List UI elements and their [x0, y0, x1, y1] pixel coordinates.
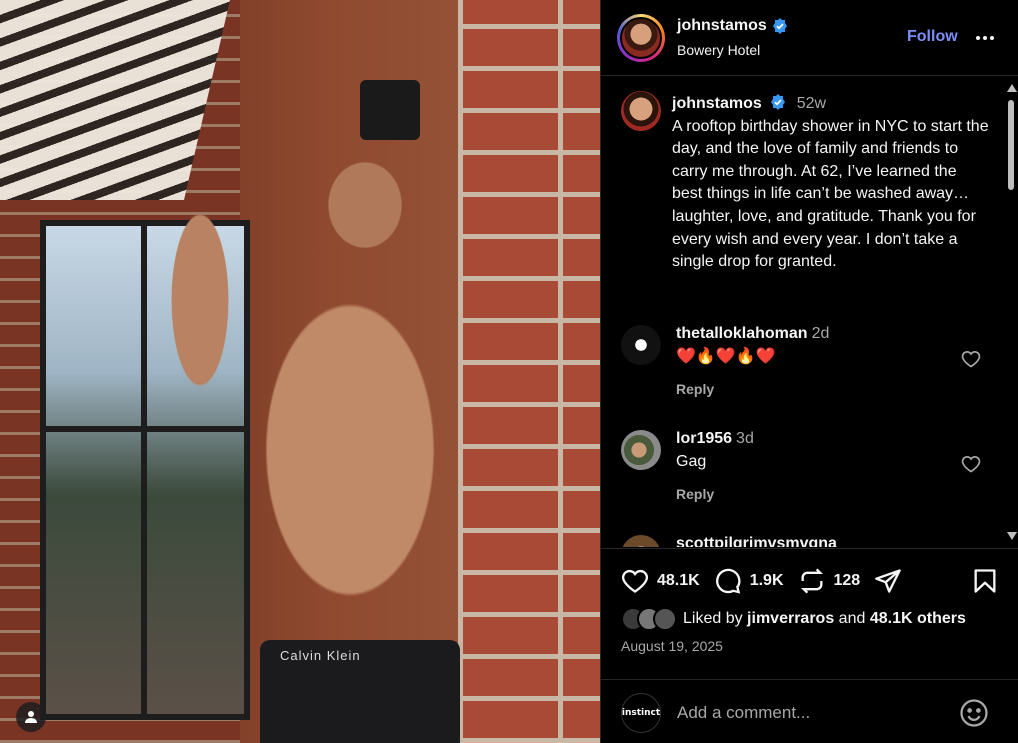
photo-brick-wall — [458, 0, 600, 743]
post-location[interactable]: Bowery Hotel — [677, 42, 760, 58]
comment-avatar[interactable] — [621, 430, 661, 470]
liked-by-avatars[interactable] — [621, 607, 679, 631]
comments-scrollbar[interactable] — [1005, 80, 1017, 544]
photo-shower-head — [360, 80, 420, 140]
current-user-avatar: instinct — [621, 693, 661, 733]
comment-username[interactable]: scottpilgrimvsmvgna — [676, 535, 837, 547]
post-side-panel: johnstamos Bowery Hotel Follow johnstamo… — [600, 0, 1018, 743]
comments-list[interactable]: johnstamos 52w A rooftop birthday shower… — [601, 77, 1018, 547]
action-bar: 48.1K 1.9K 128 — [621, 567, 916, 595]
comment-username[interactable]: lor1956 — [676, 430, 732, 447]
liked-by-row: Liked by jimverraros and 48.1K others — [621, 607, 966, 631]
like-count[interactable]: 48.1K — [657, 572, 700, 590]
share-button[interactable] — [874, 567, 902, 595]
comment-time: 3d — [736, 430, 754, 447]
scroll-thumb[interactable] — [1008, 100, 1014, 190]
heart-icon[interactable] — [621, 567, 649, 595]
repost-icon[interactable] — [798, 567, 826, 595]
scroll-up-arrow[interactable] — [1007, 84, 1017, 92]
save-icon[interactable] — [971, 567, 999, 595]
heart-icon[interactable] — [961, 454, 981, 474]
comment-button[interactable]: 1.9K — [714, 567, 784, 595]
caption-text: A rooftop birthday shower in NYC to star… — [672, 117, 989, 271]
like-button[interactable]: 48.1K — [621, 567, 700, 595]
comment-text: ❤️🔥❤️🔥❤️ — [676, 348, 776, 365]
reply-button[interactable]: Reply — [676, 381, 946, 397]
comment-avatar[interactable] — [621, 325, 661, 365]
comment-icon[interactable] — [714, 567, 742, 595]
heart-icon[interactable] — [961, 349, 981, 369]
liked-by-conj: and — [838, 610, 866, 627]
post-header: johnstamos Bowery Hotel Follow — [601, 0, 1018, 76]
liked-by-prefix: Liked by — [683, 610, 743, 627]
comment-time: 2d — [811, 325, 830, 342]
verified-badge-icon — [771, 94, 786, 110]
author-avatar[interactable] — [617, 14, 665, 62]
caption-time[interactable]: 52w — [797, 95, 826, 112]
reply-button[interactable]: Reply — [676, 486, 946, 502]
author-username-row[interactable]: johnstamos — [677, 17, 788, 35]
caption-username[interactable]: johnstamos — [672, 95, 762, 112]
comment-input[interactable] — [677, 698, 937, 728]
repost-count[interactable]: 128 — [834, 572, 861, 590]
emoji-icon[interactable] — [959, 698, 989, 728]
share-icon[interactable] — [874, 567, 902, 595]
user-tag-icon[interactable] — [16, 702, 46, 732]
photo-brand-text: Calvin Klein — [280, 648, 361, 663]
author-username[interactable]: johnstamos — [677, 17, 767, 35]
comment-count[interactable]: 1.9K — [750, 572, 784, 590]
scroll-down-arrow[interactable] — [1007, 532, 1017, 540]
follow-button[interactable]: Follow — [907, 28, 958, 46]
more-icon[interactable] — [973, 26, 997, 50]
comment-text: Gag — [676, 453, 707, 470]
comment-username[interactable]: thetalloklahoman — [676, 325, 808, 342]
liked-by-user[interactable]: jimverraros — [747, 610, 834, 628]
verified-badge-icon — [772, 18, 787, 34]
post-date[interactable]: August 19, 2025 — [621, 638, 723, 654]
repost-button[interactable]: 128 — [798, 567, 861, 595]
add-comment-bar: instinct — [601, 679, 1018, 743]
caption-avatar[interactable] — [621, 91, 661, 131]
liked-by-others[interactable]: 48.1K others — [870, 610, 966, 628]
post-footer: 48.1K 1.9K 128 Liked by jimverraros and … — [601, 548, 1018, 743]
comment-avatar[interactable] — [621, 535, 661, 547]
post-photo[interactable]: Calvin Klein — [0, 0, 600, 743]
